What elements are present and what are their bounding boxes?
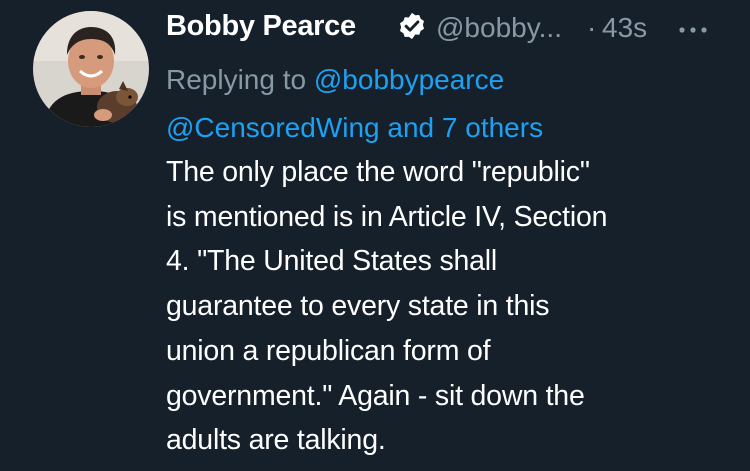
tweet-text: The only place the word "republic" is me… bbox=[166, 150, 726, 463]
mention-link[interactable]: @CensoredWing bbox=[166, 112, 380, 143]
author-name[interactable]: Bobby Pearce bbox=[166, 10, 356, 43]
tweet-text-line: union a republican form of bbox=[166, 334, 491, 367]
replying-to-label: Replying to bbox=[166, 64, 307, 95]
tweet-text-line: government." Again - sit down the bbox=[166, 379, 585, 412]
verified-badge-icon bbox=[400, 12, 424, 40]
avatar-photo bbox=[33, 11, 149, 127]
mention-link[interactable]: @bobbypearce bbox=[314, 64, 504, 95]
tweet[interactable]: Bobby Pearce @bobby... · 43s Replying to… bbox=[0, 0, 750, 471]
more-options-icon[interactable] bbox=[674, 18, 714, 42]
tweet-text-line: adults are talking. bbox=[166, 424, 386, 457]
others-link[interactable]: and 7 others bbox=[387, 112, 543, 143]
tweet-text-line: 4. "The United States shall bbox=[166, 245, 498, 278]
timestamp[interactable]: 43s bbox=[602, 12, 647, 44]
replying-to: Replying to @bobbypearce @CensoredWing a… bbox=[166, 56, 726, 152]
tweet-text-line: is mentioned is in Article IV, Section bbox=[166, 200, 608, 233]
separator-dot: · bbox=[587, 12, 597, 43]
author-handle[interactable]: @bobby... bbox=[436, 12, 562, 44]
avatar[interactable] bbox=[33, 11, 149, 127]
tweet-header: Bobby Pearce @bobby... · 43s bbox=[166, 8, 726, 48]
tweet-text-line: guarantee to every state in this bbox=[166, 290, 550, 323]
tweet-text-line: The only place the word "republic" bbox=[166, 156, 590, 188]
